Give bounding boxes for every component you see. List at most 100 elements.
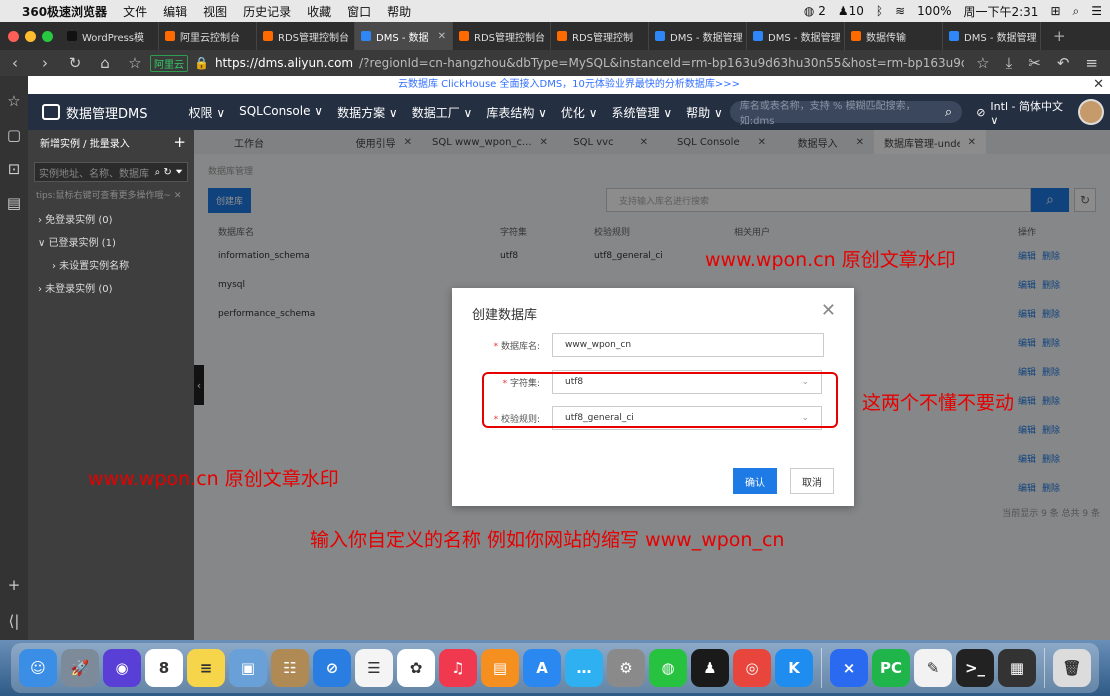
qq-icon[interactable]: ♟ [691, 649, 729, 687]
app-store-icon[interactable]: A [523, 649, 561, 687]
console-icon[interactable]: ▦ [998, 649, 1036, 687]
bookmark-star-icon[interactable]: ☆ [120, 54, 150, 72]
menu-view[interactable]: 视图 [203, 3, 227, 20]
close-icon[interactable]: ✕ [821, 300, 836, 321]
menu-favorites[interactable]: 收藏 [307, 3, 331, 20]
menu-help[interactable]: 帮助 [387, 3, 411, 20]
nav-permission[interactable]: 权限 ∨ [182, 104, 233, 121]
reminders-icon[interactable]: ☰ [355, 649, 393, 687]
nav-help[interactable]: 帮助 ∨ [679, 104, 730, 121]
screenshot-rail-icon[interactable]: ⊡ [8, 160, 21, 178]
nav-data-solution[interactable]: 数据方案 ∨ [330, 104, 405, 121]
search-icon[interactable]: ⌕ [945, 105, 952, 120]
add-rail-icon[interactable]: + [8, 576, 21, 594]
tree-item-unnamed-instance[interactable]: › 未设置实例名称 [38, 255, 184, 278]
nav-sqlconsole[interactable]: SQLConsole ∨ [232, 104, 330, 121]
global-search-input[interactable]: 库名或表名称，支持 % 模糊匹配搜索，如:dms ⌕ [729, 101, 963, 127]
browser-tab[interactable]: DMS - 数据管理 [943, 22, 1041, 50]
menu-edit[interactable]: 编辑 [163, 3, 187, 20]
safari-icon[interactable]: ⊘ [313, 649, 351, 687]
menu-window[interactable]: 窗口 [347, 3, 371, 20]
close-icon[interactable]: ✕ [1093, 76, 1104, 94]
tree-item-logged-in[interactable]: ∨ 已登录实例 (1) [38, 232, 184, 255]
browser-tab[interactable]: 数据传输 [845, 22, 943, 50]
reader-rail-icon[interactable]: ▢ [7, 126, 21, 144]
photos-icon[interactable]: ✿ [397, 649, 435, 687]
notes-rail-icon[interactable]: ▤ [7, 194, 21, 212]
input-method-icon[interactable]: ⊞ [1050, 4, 1060, 18]
cancel-button[interactable]: 取消 [790, 468, 834, 494]
browser-tab[interactable]: DMS - 数据管理 [649, 22, 747, 50]
tree-item-not-logged-in[interactable]: › 未登录实例 (0) [38, 278, 184, 301]
nav-schema[interactable]: 库表结构 ∨ [479, 104, 554, 121]
trash-icon[interactable]: 🗑 [1053, 649, 1091, 687]
finder-icon[interactable]: ☺ [19, 649, 57, 687]
clock[interactable]: 周一下午2:31 [963, 3, 1038, 20]
notes-icon[interactable]: ≡ [187, 649, 225, 687]
contacts-icon[interactable]: ☷ [271, 649, 309, 687]
tree-item-no-login[interactable]: › 免登录实例 (0) [38, 209, 184, 232]
browser-tab[interactable]: RDS管理控制台 [257, 22, 355, 50]
preview-icon[interactable]: ▣ [229, 649, 267, 687]
textedit-icon[interactable]: ✎ [914, 649, 952, 687]
browser-tab[interactable]: RDS管理控制 [551, 22, 649, 50]
close-window-button[interactable] [8, 30, 19, 42]
browser-tab[interactable]: DMS - 数据管理 [747, 22, 845, 50]
promo-banner[interactable]: 云数据库 ClickHouse 全面接入DMS，10元体验业界最快的分析数据库>… [28, 76, 1110, 94]
wechat-icon[interactable]: ◍ [649, 649, 687, 687]
battery-text[interactable]: 100% [917, 4, 951, 18]
wifi-icon[interactable]: ≋ [895, 4, 905, 18]
undo-icon[interactable]: ↶ [1057, 54, 1070, 72]
cut-icon[interactable]: ✂ [1028, 54, 1041, 72]
zoom-window-button[interactable] [42, 30, 53, 42]
back-icon[interactable]: ‹ [0, 54, 30, 72]
user-menu[interactable]: ⊘ Intl - 简体中文 ∨ [962, 98, 1110, 127]
menu-file[interactable]: 文件 [123, 3, 147, 20]
confirm-button[interactable]: 确认 [733, 468, 777, 494]
kde-connect-icon[interactable]: K [775, 649, 813, 687]
music-icon[interactable]: ♫ [439, 649, 477, 687]
wechat-status-icon[interactable]: ◍ 2 [804, 4, 826, 18]
reload-icon[interactable]: ↻ [60, 54, 90, 72]
pycharm-icon[interactable]: PC [872, 649, 910, 687]
xcode-icon[interactable]: ⨯ [830, 649, 868, 687]
avatar[interactable] [1078, 99, 1104, 125]
nav-optimize[interactable]: 优化 ∨ [554, 104, 605, 121]
db-name-input[interactable]: www_wpon_cn [552, 333, 824, 357]
download-icon[interactable]: ⤓ [1006, 54, 1013, 72]
dms-logo[interactable]: 数据管理DMS [28, 103, 182, 122]
menu-history[interactable]: 历史记录 [243, 3, 291, 20]
app-menu[interactable]: 360极速浏览器 [22, 3, 107, 20]
close-icon[interactable]: ✕ [438, 31, 446, 42]
search-icon[interactable]: ⌕ ↻ ⏷ [155, 167, 183, 178]
messages-icon[interactable]: … [565, 649, 603, 687]
browser-tab[interactable]: DMS - 数据 ✕ [355, 22, 453, 50]
home-icon[interactable]: ⌂ [90, 54, 120, 72]
control-center-icon[interactable]: ☰ [1091, 4, 1102, 18]
chrome-icon[interactable]: ◎ [733, 649, 771, 687]
browser-tab[interactable]: WordPress模 [61, 22, 159, 50]
favorites-rail-icon[interactable]: ☆ [7, 92, 20, 110]
books-icon[interactable]: ▤ [481, 649, 519, 687]
collapse-rail-icon[interactable]: ⟨| [9, 612, 20, 630]
plus-icon[interactable]: + [173, 133, 186, 151]
browser-tab[interactable]: 阿里云控制台 [159, 22, 257, 50]
bell-status-icon[interactable]: ♟10 [838, 4, 864, 18]
favorite-star-icon[interactable]: ☆ [976, 54, 989, 72]
nav-system[interactable]: 系统管理 ∨ [605, 104, 680, 121]
address-input[interactable]: 阿里云 🔒 https://dms.aliyun.com /?regionId=… [150, 54, 964, 72]
launchpad-icon[interactable]: 🚀 [61, 649, 99, 687]
bluetooth-icon[interactable]: ᛒ [876, 4, 883, 18]
menu-icon[interactable]: ≡ [1085, 54, 1098, 72]
siri-icon[interactable]: ◉ [103, 649, 141, 687]
terminal-icon[interactable]: >_ [956, 649, 994, 687]
calendar-icon[interactable]: 8 [145, 649, 183, 687]
system-preferences-icon[interactable]: ⚙ [607, 649, 645, 687]
forward-icon[interactable]: › [30, 54, 60, 72]
browser-tab[interactable]: RDS管理控制台 [453, 22, 551, 50]
new-tab-button[interactable]: + [1041, 27, 1078, 45]
add-instance-link[interactable]: 新增实例 / 批量录入 [40, 135, 130, 150]
minimize-window-button[interactable] [25, 30, 36, 42]
nav-data-factory[interactable]: 数据工厂 ∨ [405, 104, 480, 121]
spotlight-icon[interactable]: ⌕ [1073, 4, 1080, 19]
